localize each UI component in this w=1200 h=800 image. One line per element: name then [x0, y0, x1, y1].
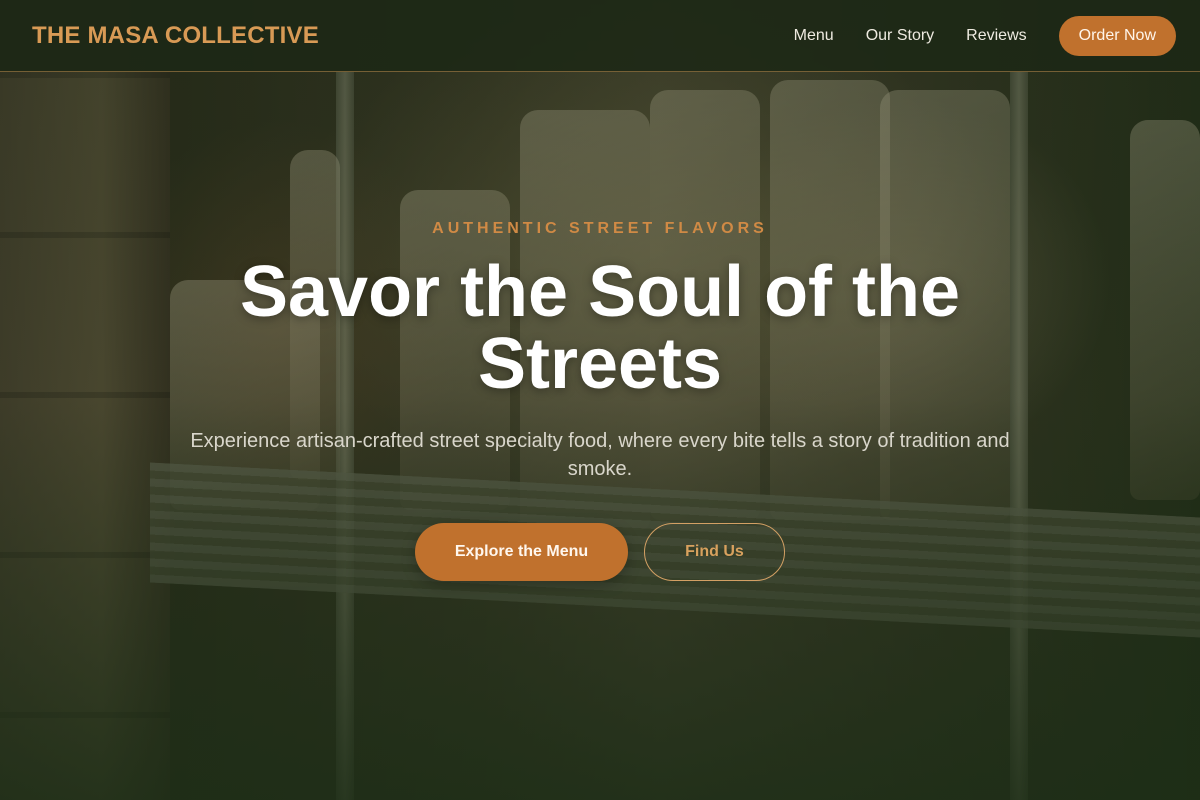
nav-link-menu[interactable]: Menu [794, 27, 834, 45]
hero-headline: Savor the Soul of the Streets [239, 252, 961, 404]
nav-link-reviews[interactable]: Reviews [966, 27, 1026, 45]
brand-logo[interactable]: THE MASA COLLECTIVE [32, 22, 319, 50]
hero-subtitle: Experience artisan-crafted street specia… [190, 430, 1010, 480]
navbar: THE MASA COLLECTIVE Menu Our Story Revie… [0, 0, 1200, 72]
explore-menu-button[interactable]: Explore the Menu [415, 523, 628, 581]
nav-link-our-story[interactable]: Our Story [866, 27, 934, 45]
hero-section: AUTHENTIC STREET FLAVORS Savor the Soul … [0, 72, 1200, 800]
find-us-button[interactable]: Find Us [644, 523, 785, 581]
hero-eyebrow: AUTHENTIC STREET FLAVORS [432, 220, 768, 237]
nav-links: Menu Our Story Reviews Order Now [794, 15, 1176, 56]
order-now-button[interactable]: Order Now [1058, 15, 1176, 56]
hero-cta-row: Explore the Menu Find Us [0, 523, 1200, 581]
